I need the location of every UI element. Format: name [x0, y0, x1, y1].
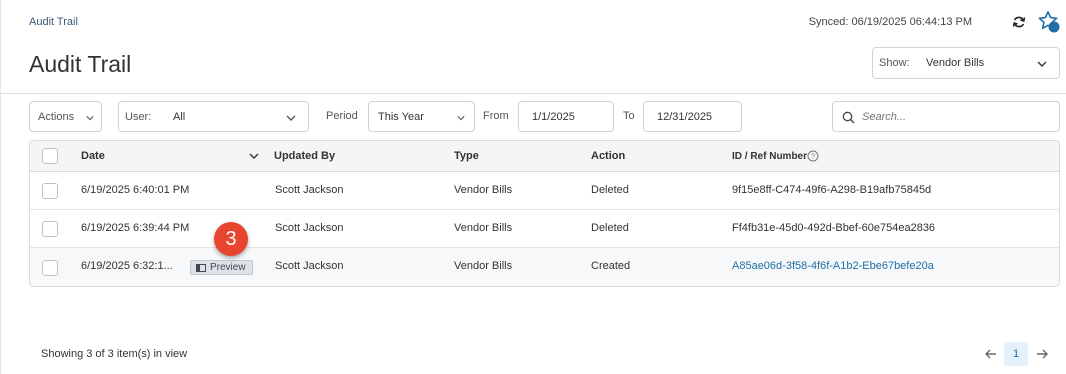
chevron-down-icon[interactable]	[249, 153, 259, 159]
arrow-right-icon[interactable]	[1035, 347, 1049, 361]
column-ref-number[interactable]: ID / Ref Number	[732, 151, 807, 162]
header-divider	[1, 93, 1066, 94]
search-icon	[842, 111, 855, 124]
row-checkbox[interactable]	[42, 183, 58, 199]
refresh-icon[interactable]	[1011, 14, 1027, 30]
preview-label: Preview	[210, 262, 246, 273]
step-callout-badge: 3	[214, 222, 248, 256]
column-type[interactable]: Type	[454, 150, 479, 162]
row-type: Vendor Bills	[454, 222, 513, 234]
arrow-left-icon[interactable]	[984, 347, 998, 361]
chevron-down-icon	[286, 115, 296, 121]
chevron-down-icon	[1037, 61, 1047, 67]
user-label: User:	[125, 111, 152, 123]
row-ref: Ff4fb31e-45d0-492d-Bbef-60e754ea2836	[732, 222, 936, 234]
preview-icon	[196, 264, 206, 272]
row-type: Vendor Bills	[454, 260, 513, 272]
row-date: 6/19/2025 6:39:44 PM	[81, 222, 190, 234]
preview-button[interactable]: Preview	[190, 260, 253, 275]
user-select[interactable]: User: All	[118, 101, 309, 132]
period-select[interactable]: This Year	[368, 101, 475, 132]
show-select[interactable]: Show: Vendor Bills	[872, 47, 1060, 79]
table-header: Date Updated By Type Action ID / Ref Num…	[30, 141, 1059, 172]
actions-button[interactable]: Actions	[29, 101, 102, 132]
actions-label: Actions	[38, 111, 75, 123]
period-label: Period	[326, 110, 358, 122]
row-updated-by: Scott Jackson	[275, 260, 344, 272]
row-date: 6/19/2025 6:32:1...	[81, 260, 173, 272]
row-type: Vendor Bills	[454, 184, 513, 196]
row-ref: 9f15e8ff-C474-49f6-A298-B19afb75845d	[732, 184, 932, 196]
row-checkbox[interactable]	[42, 221, 58, 237]
column-action[interactable]: Action	[591, 150, 625, 162]
row-updated-by: Scott Jackson	[275, 184, 344, 196]
help-icon[interactable]: ?	[807, 150, 819, 162]
row-date: 6/19/2025 6:40:01 PM	[81, 184, 190, 196]
star-icon[interactable]	[1037, 10, 1061, 34]
to-date-input[interactable]: 12/31/2025	[643, 101, 742, 132]
select-all-checkbox[interactable]	[42, 148, 58, 164]
chevron-down-icon	[86, 116, 94, 121]
pagination-page[interactable]: 1	[1004, 342, 1028, 366]
audit-trail-page: Audit Trail Synced: 06/19/2025 06:44:13 …	[0, 0, 1066, 374]
search-input[interactable]: Search...	[832, 101, 1060, 132]
table-row[interactable]: 6/19/2025 6:39:44 PM Scott Jackson Vendo…	[30, 210, 1059, 248]
row-checkbox[interactable]	[42, 260, 58, 276]
row-updated-by: Scott Jackson	[275, 222, 344, 234]
from-date-input[interactable]: 1/1/2025	[518, 101, 614, 132]
show-label: Show:	[879, 57, 910, 69]
svg-text:?: ?	[811, 152, 815, 161]
synced-timestamp: Synced: 06/19/2025 06:44:13 PM	[808, 16, 972, 28]
show-value: Vendor Bills	[926, 57, 985, 69]
search-placeholder: Search...	[862, 111, 907, 123]
to-label: To	[623, 110, 635, 122]
column-updated-by[interactable]: Updated By	[274, 150, 335, 162]
row-action: Deleted	[591, 222, 629, 234]
row-ref-link[interactable]: A85ae06d-3f58-4f6f-A1b2-Ebe67befe20a	[732, 260, 934, 272]
table-row[interactable]: 6/19/2025 6:32:1... Preview Scott Jackso…	[30, 248, 1059, 286]
chevron-down-icon	[457, 116, 465, 121]
audit-table: Date Updated By Type Action ID / Ref Num…	[29, 140, 1060, 287]
row-action: Created	[591, 260, 631, 272]
user-value: All	[173, 111, 186, 123]
row-action: Deleted	[591, 184, 629, 196]
breadcrumb[interactable]: Audit Trail	[29, 16, 78, 28]
period-value: This Year	[378, 111, 424, 123]
from-label: From	[483, 110, 509, 122]
column-date[interactable]: Date	[81, 150, 105, 162]
table-row[interactable]: 6/19/2025 6:40:01 PM Scott Jackson Vendo…	[30, 172, 1059, 210]
page-title: Audit Trail	[29, 51, 132, 77]
items-count: Showing 3 of 3 item(s) in view	[41, 348, 188, 360]
